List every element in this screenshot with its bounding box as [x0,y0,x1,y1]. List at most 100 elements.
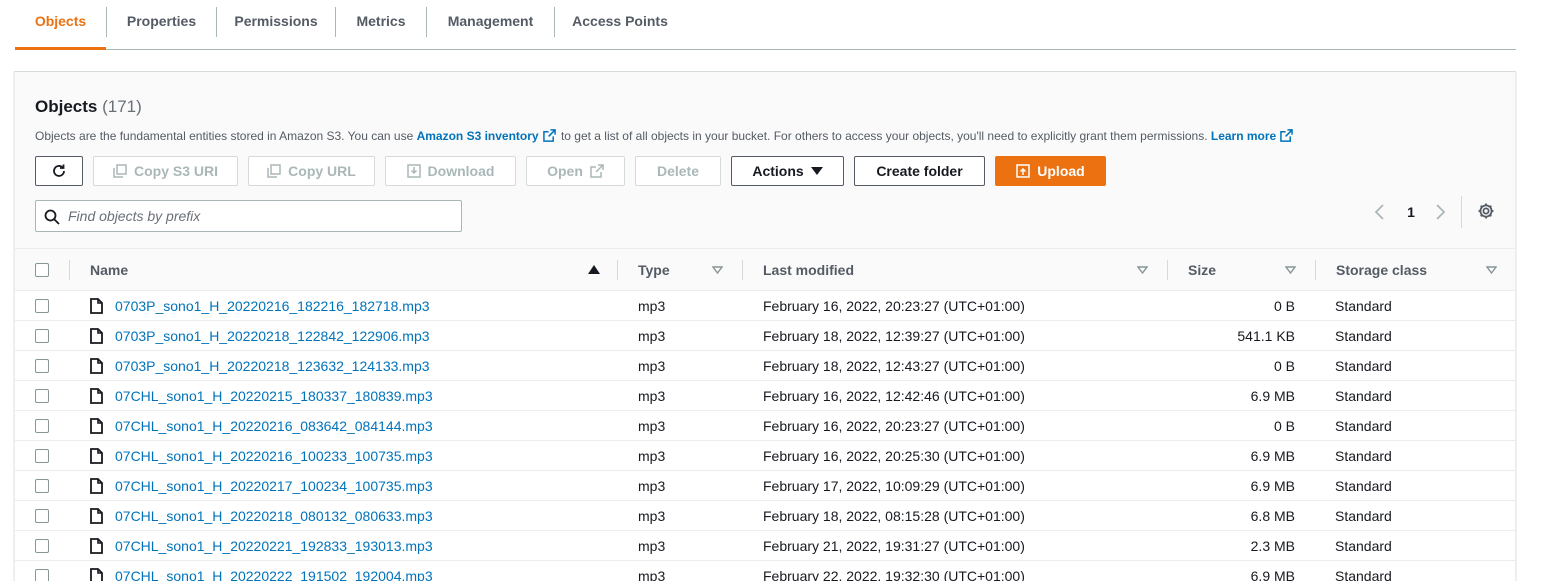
table-row[interactable]: 07CHL_sono1_H_20220216_083642_084144.mp3… [15,411,1515,441]
table-row[interactable]: 07CHL_sono1_H_20220217_100234_100735.mp3… [15,471,1515,501]
actions-dropdown[interactable]: Actions [731,156,844,186]
file-icon [90,538,103,554]
row-checkbox[interactable] [35,299,49,313]
copy-s3-uri-button[interactable]: Copy S3 URI [93,156,238,186]
copy-s3-uri-label: Copy S3 URI [133,163,218,179]
object-last-modified: February 22, 2022, 19:32:30 (UTC+01:00) [763,568,1025,581]
table-row[interactable]: 07CHL_sono1_H_20220221_192833_193013.mp3… [15,531,1515,561]
column-divider [1315,260,1316,280]
object-storage-class: Standard [1335,298,1392,314]
object-name-link[interactable]: 07CHL_sono1_H_20220217_100234_100735.mp3 [115,471,433,501]
download-button[interactable]: Download [385,156,516,186]
description-text-1: Objects are the fundamental entities sto… [35,129,417,143]
object-type: mp3 [638,388,666,404]
sort-icon[interactable] [1137,266,1148,274]
row-checkbox[interactable] [35,479,49,493]
refresh-icon [53,164,65,177]
objects-panel-header: Objects (171) Objects are the fundamenta… [15,72,1515,248]
object-type: mp3 [638,418,666,434]
objects-description: Objects are the fundamental entities sto… [35,129,1295,143]
object-size: 6.9 MB [1250,478,1295,494]
object-name-link[interactable]: 0703P_sono1_H_20220216_182216_182718.mp3 [115,291,430,321]
object-size: 6.9 MB [1250,388,1295,404]
copy-url-button[interactable]: Copy URL [248,156,375,186]
tab-access-points[interactable]: Access Points [555,0,685,50]
tab-bar: Objects Properties Permissions Metrics M… [15,0,1516,50]
table-row[interactable]: 0703P_sono1_H_20220218_123632_124133.mp3… [15,351,1515,381]
select-all-checkbox[interactable] [35,263,49,277]
learn-more-link-label: Learn more [1210,129,1277,143]
file-icon [90,508,103,524]
object-name-link[interactable]: 0703P_sono1_H_20220218_122842_122906.mp3 [115,321,430,351]
delete-button[interactable]: Delete [635,156,721,186]
objects-count: (171) [102,97,142,116]
file-icon [90,568,103,581]
current-page-number[interactable]: 1 [1405,202,1417,222]
row-checkbox[interactable] [35,449,49,463]
objects-table: Name Type Last modified Size Storage cla… [15,248,1515,581]
create-folder-button[interactable]: Create folder [854,156,985,186]
table-row[interactable]: 0703P_sono1_H_20220216_182216_182718.mp3… [15,291,1515,321]
object-name-link[interactable]: 07CHL_sono1_H_20220218_080132_080633.mp3 [115,501,433,531]
object-name-link[interactable]: 07CHL_sono1_H_20220216_100233_100735.mp3 [115,441,433,471]
column-size[interactable]: Size [1188,249,1216,291]
sort-icon[interactable] [1486,266,1497,274]
file-icon [90,328,103,344]
table-row[interactable]: 07CHL_sono1_H_20220218_080132_080633.mp3… [15,501,1515,531]
object-last-modified: February 18, 2022, 08:15:28 (UTC+01:00) [763,508,1025,524]
table-row[interactable]: 07CHL_sono1_H_20220216_100233_100735.mp3… [15,441,1515,471]
learn-more-link[interactable]: Learn more [1211,129,1295,143]
row-checkbox[interactable] [35,539,49,553]
object-name-link[interactable]: 07CHL_sono1_H_20220216_083642_084144.mp3 [115,411,433,441]
object-type: mp3 [638,478,666,494]
external-link-icon [542,129,556,142]
object-name-link[interactable]: 07CHL_sono1_H_20220222_191502_192004.mp3 [115,561,433,581]
row-checkbox[interactable] [35,569,49,581]
sort-icon[interactable] [1285,266,1296,274]
row-checkbox[interactable] [35,509,49,523]
sort-ascending-icon[interactable] [588,265,600,274]
object-size: 6.8 MB [1250,508,1295,524]
upload-button[interactable]: Upload [995,156,1106,186]
table-row[interactable]: 0703P_sono1_H_20220218_122842_122906.mp3… [15,321,1515,351]
row-checkbox[interactable] [35,359,49,373]
page-title: Objects (171) [35,97,142,117]
file-icon [90,298,103,314]
table-row[interactable]: 07CHL_sono1_H_20220222_191502_192004.mp3… [15,561,1515,581]
s3-inventory-link[interactable]: Amazon S3 inventory [417,129,558,143]
object-name-link[interactable]: 07CHL_sono1_H_20220215_180337_180839.mp3 [115,381,433,411]
next-page-icon[interactable] [1433,203,1447,221]
row-checkbox[interactable] [35,329,49,343]
object-last-modified: February 18, 2022, 12:39:27 (UTC+01:00) [763,328,1025,344]
refresh-button[interactable] [35,156,83,186]
column-name[interactable]: Name [90,249,128,291]
object-size: 2.3 MB [1250,538,1295,554]
column-type[interactable]: Type [638,249,670,291]
object-name-link[interactable]: 0703P_sono1_H_20220218_123632_124133.mp3 [115,351,430,381]
previous-page-icon[interactable] [1373,203,1387,221]
gear-icon[interactable] [1477,202,1495,220]
tab-objects[interactable]: Objects [15,0,106,50]
download-label: Download [427,163,495,179]
search-input[interactable] [68,201,448,231]
tab-metrics[interactable]: Metrics [336,0,426,50]
object-type: mp3 [638,358,666,374]
object-size: 0 B [1273,298,1295,314]
copy-url-label: Copy URL [288,163,356,179]
tab-properties[interactable]: Properties [107,0,216,50]
column-storage-class[interactable]: Storage class [1336,249,1427,291]
object-name-link[interactable]: 07CHL_sono1_H_20220221_192833_193013.mp3 [115,531,433,561]
search-box [35,200,462,232]
sort-icon[interactable] [712,266,723,274]
open-button[interactable]: Open [526,156,625,186]
object-storage-class: Standard [1335,478,1392,494]
column-last-modified[interactable]: Last modified [763,249,854,291]
external-link-icon [590,164,604,178]
row-checkbox[interactable] [35,389,49,403]
tab-management[interactable]: Management [427,0,554,50]
file-icon [90,478,103,494]
table-row[interactable]: 07CHL_sono1_H_20220215_180337_180839.mp3… [15,381,1515,411]
object-last-modified: February 18, 2022, 12:43:27 (UTC+01:00) [763,358,1025,374]
tab-permissions[interactable]: Permissions [217,0,335,50]
row-checkbox[interactable] [35,419,49,433]
